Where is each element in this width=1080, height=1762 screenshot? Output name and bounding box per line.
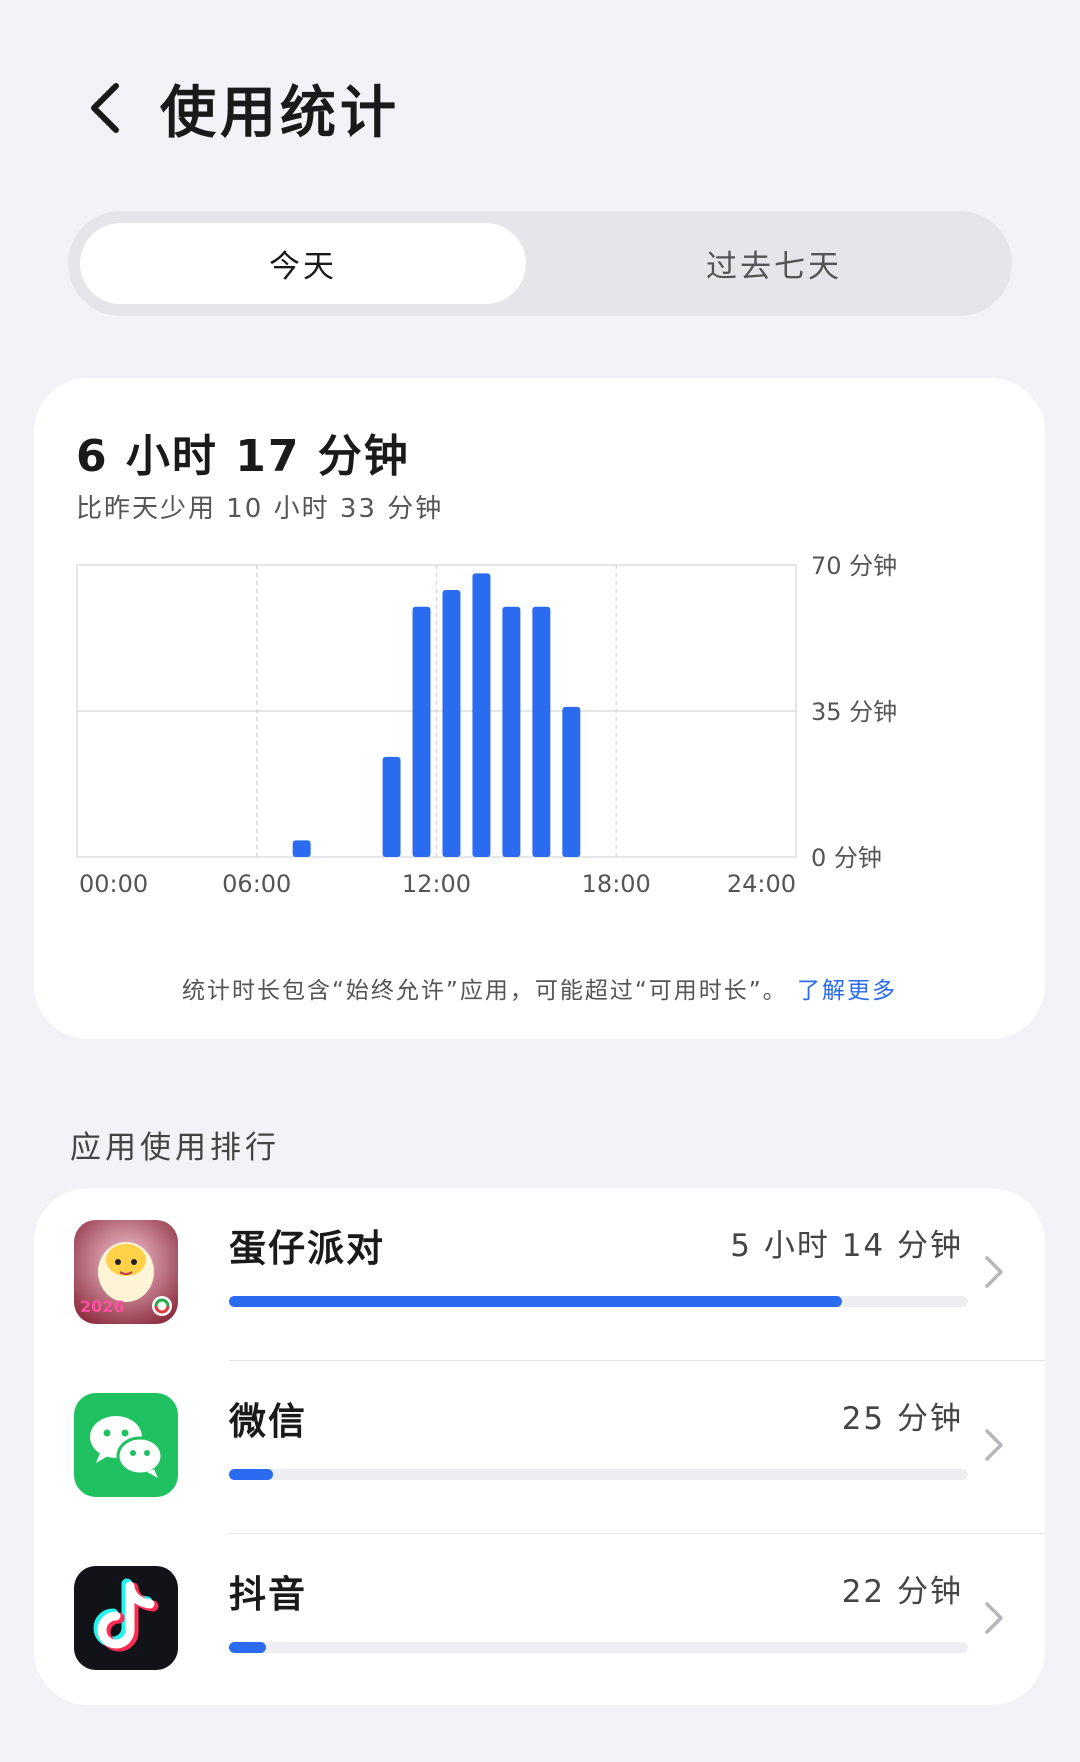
usage-note: 统计时长包含“始终允许”应用，可能超过“可用时长”。 了解更多	[34, 971, 1045, 1005]
chevron-right-icon	[985, 1256, 1003, 1288]
chart-x-tick-label: 24:00	[727, 870, 796, 898]
chart-bar	[472, 573, 491, 857]
hourly-usage-chart: 70 分钟 35 分钟 0 分钟 00:00 06:00 12:00 18:00 24:00	[76, 552, 897, 898]
ranking-section-title: 应用使用排行	[70, 1130, 280, 1166]
app-row-wechat[interactable]: 微信 25 分钟	[34, 1361, 1045, 1533]
chart-y-tick-label: 35 分钟	[811, 698, 897, 726]
chart-x-tick-label: 18:00	[582, 870, 651, 898]
period-segmented-control: 今天 过去七天	[68, 211, 1012, 316]
chart-y-tick-label: 0 分钟	[811, 844, 882, 872]
usage-progress-track	[229, 1642, 968, 1653]
usage-progress-fill	[229, 1642, 266, 1653]
page-title: 使用统计	[160, 81, 400, 146]
usage-summary-card: 6 小时 17 分钟 比昨天少用 10 小时 33 分钟 70 分钟 35 分钟 0…	[34, 378, 1045, 1039]
chart-bar	[532, 606, 551, 857]
app-name: 蛋仔派对	[229, 1227, 385, 1270]
usage-progress-track	[229, 1469, 968, 1480]
app-ranking-card: 2026 蛋仔派对 5 小时 14 分钟 微信 25 分钟 抖音 22 分钟	[34, 1188, 1045, 1705]
chart-bar	[292, 840, 311, 857]
learn-more-link[interactable]: 了解更多	[797, 978, 897, 1004]
usage-progress-fill	[229, 1469, 274, 1480]
usage-progress-fill	[229, 1296, 843, 1307]
tab-past-seven-days[interactable]: 过去七天	[548, 223, 1000, 304]
chart-x-tick-label: 00:00	[79, 870, 148, 898]
usage-note-text: 统计时长包含“始终允许”应用，可能超过“可用时长”。	[182, 978, 788, 1004]
chevron-right-icon	[985, 1429, 1003, 1461]
chart-bar	[562, 706, 581, 857]
chart-y-tick-label: 70 分钟	[811, 552, 897, 580]
back-button[interactable]	[78, 72, 138, 142]
app-usage-time: 25 分钟	[841, 1401, 963, 1437]
chart-bar	[442, 590, 461, 857]
douyin-icon	[74, 1566, 178, 1670]
wechat-icon	[74, 1393, 178, 1497]
chart-x-tick-label: 06:00	[222, 870, 291, 898]
chart-bar	[502, 606, 521, 857]
chevron-left-icon	[91, 83, 119, 133]
usage-progress-track	[229, 1296, 968, 1307]
app-name: 抖音	[229, 1573, 307, 1616]
svg-text:2026: 2026	[80, 1297, 125, 1316]
chart-x-tick-label: 12:00	[402, 870, 471, 898]
app-usage-time: 22 分钟	[841, 1574, 963, 1610]
tab-today[interactable]: 今天	[80, 223, 526, 304]
chart-bar	[382, 756, 401, 857]
eggy-party-icon: 2026	[74, 1220, 178, 1324]
app-usage-time: 5 小时 14 分钟	[730, 1228, 963, 1264]
chart-bar	[412, 606, 431, 857]
app-row-douyin[interactable]: 抖音 22 分钟	[34, 1534, 1045, 1706]
app-name: 微信	[229, 1400, 307, 1443]
header: 使用统计	[0, 60, 1080, 150]
chevron-right-icon	[985, 1602, 1003, 1634]
app-row-eggy-party[interactable]: 2026 蛋仔派对 5 小时 14 分钟	[34, 1188, 1045, 1360]
